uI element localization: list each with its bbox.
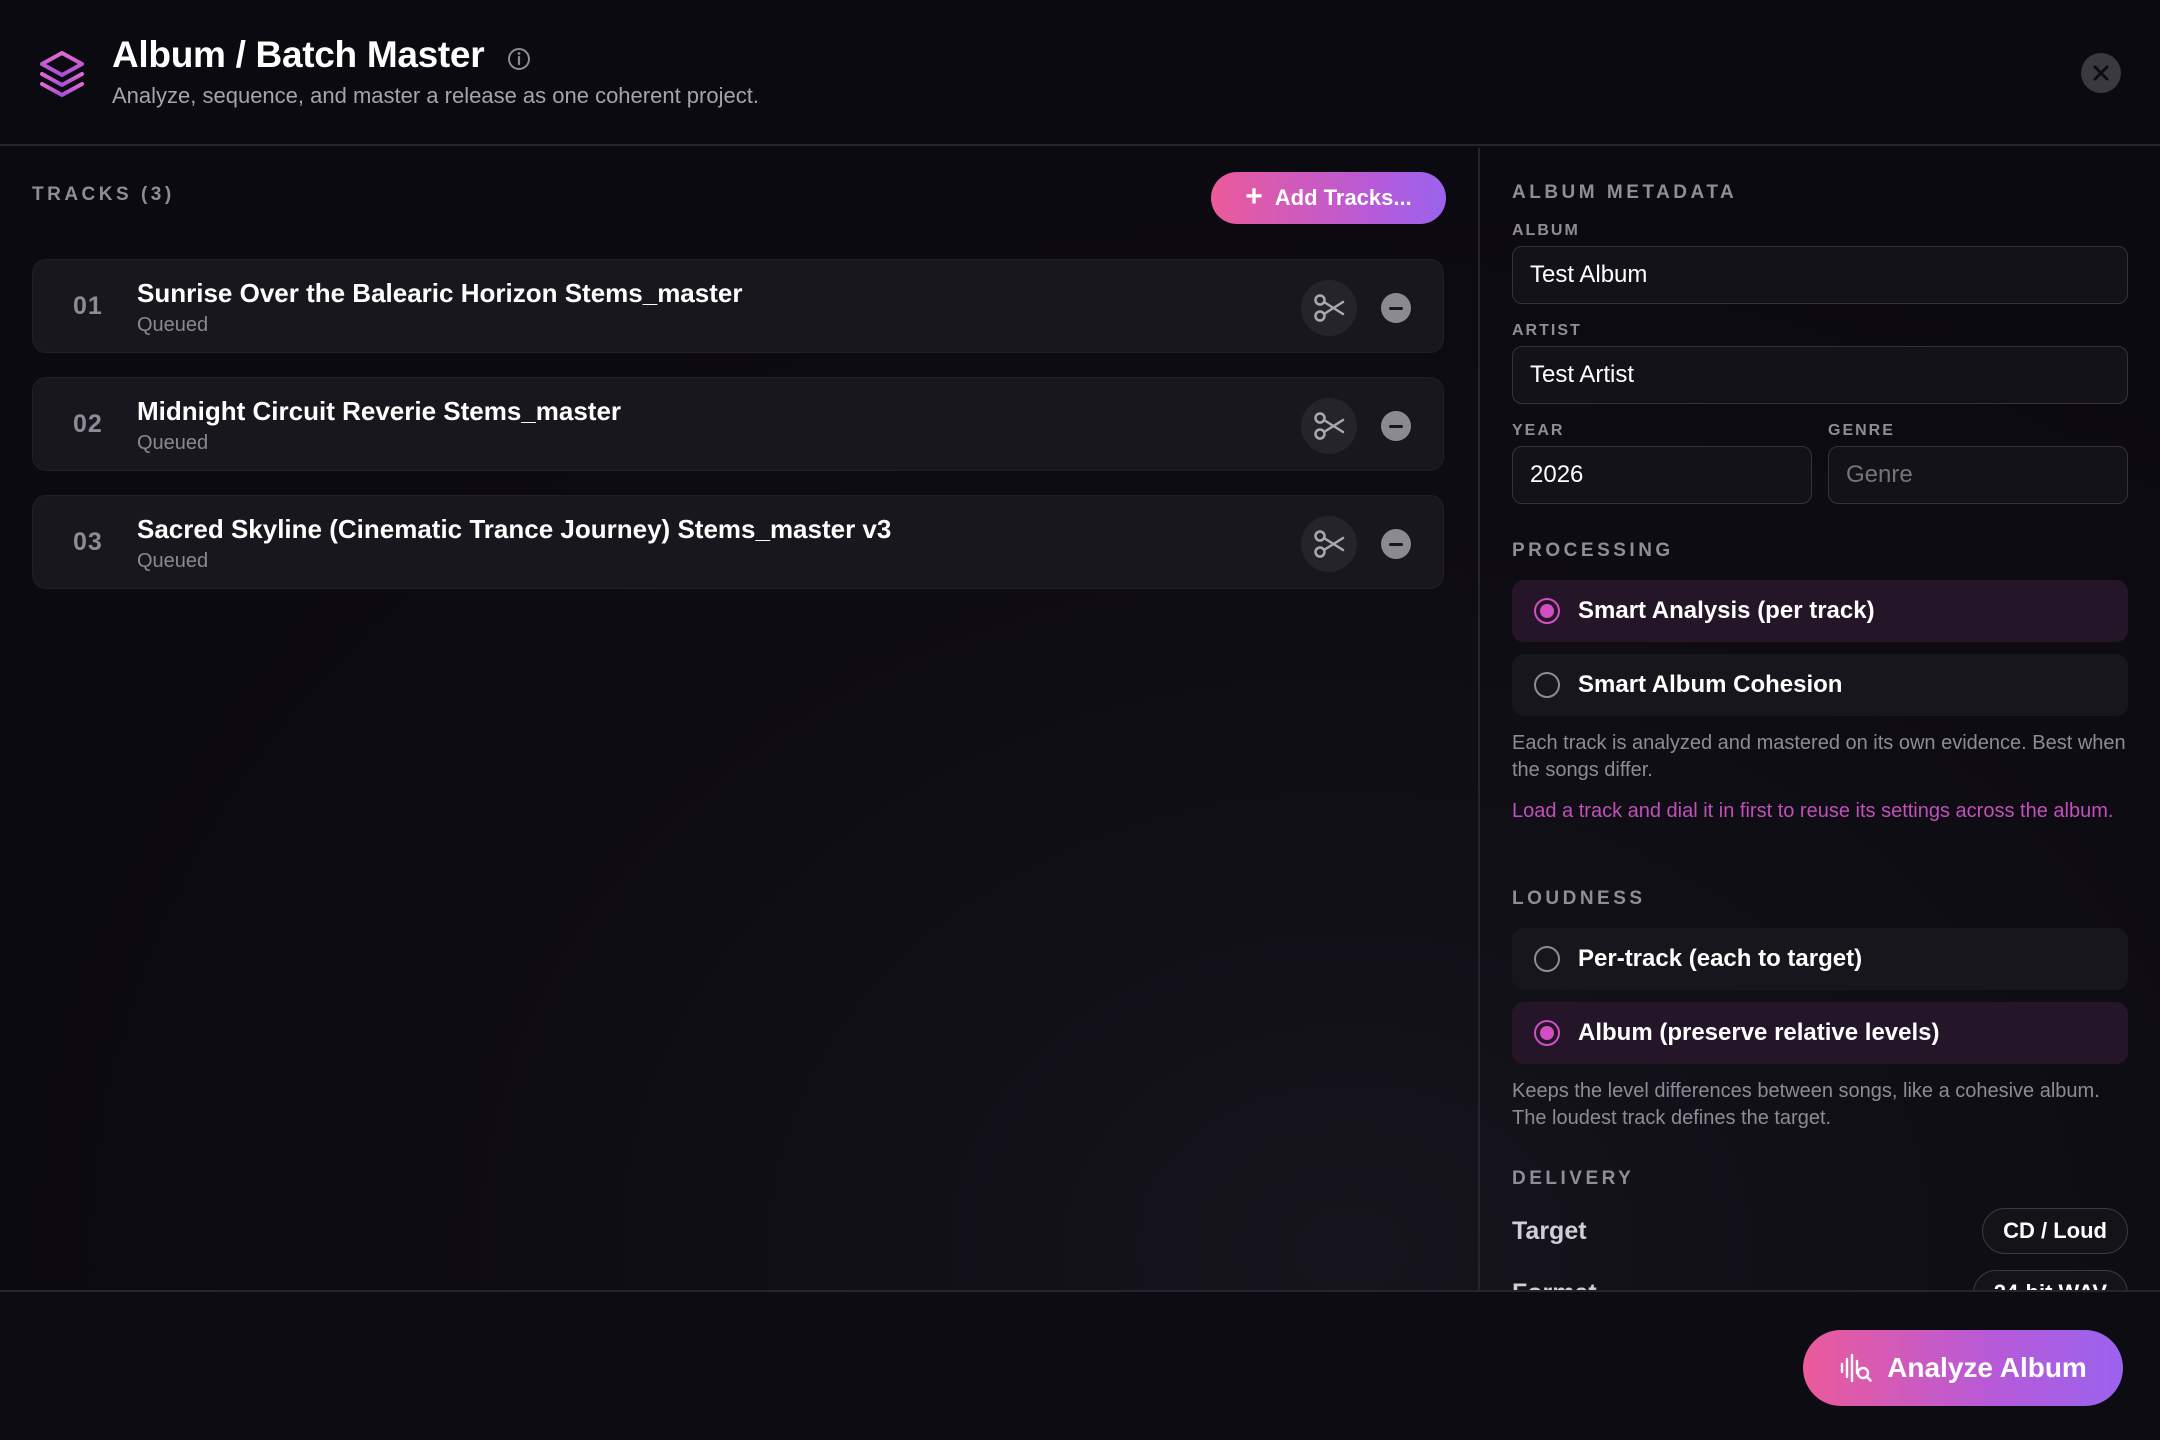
trim-button[interactable] [1301,398,1357,454]
trim-button[interactable] [1301,280,1357,336]
analyze-album-button[interactable]: Analyze Album [1803,1330,2123,1406]
radio-selected[interactable] [1534,1020,1560,1046]
radio-label: Smart Album Cohesion [1578,671,1843,698]
track-number: 01 [73,292,103,320]
plus-icon: + [1245,179,1263,213]
track-number: 03 [73,528,103,556]
loudness-option-per-track[interactable]: Per-track (each to target) [1512,928,2128,990]
analyze-album-label: Analyze Album [1887,1352,2087,1383]
scissors-icon [1314,530,1345,558]
track-status: Queued [137,550,209,572]
loudness-heading: LOUDNESS [1512,888,1646,909]
genre-label: GENRE [1828,422,1895,439]
settings-panel[interactable]: ALBUM METADATA ALBUM ARTIST YEAR GENRE P… [1480,148,2160,1290]
track-name: Sunrise Over the Balearic Horizon Stems_… [137,278,743,308]
info-icon[interactable] [505,45,533,73]
dialog-footer: Analyze Album [0,1290,2160,1440]
dialog-header: Album / Batch Master Analyze, sequence, … [0,0,2160,146]
track-status: Queued [137,432,209,454]
remove-track-button[interactable] [1381,293,1411,323]
track-number: 02 [73,410,103,438]
track-name: Midnight Circuit Reverie Stems_master [137,396,622,426]
tracks-heading: TRACKS (3) [32,184,175,205]
add-tracks-button[interactable]: + Add Tracks... [1211,172,1446,224]
add-tracks-label: Add Tracks... [1274,185,1412,210]
tracks-panel: TRACKS (3) + Add Tracks... 01 Sunrise Ov… [0,148,1478,1290]
trim-button[interactable] [1301,516,1357,572]
processing-help-text: Each track is analyzed and mastered on i… [1512,732,2126,781]
track-name: Sacred Skyline (Cinematic Trance Journey… [137,514,892,544]
loudness-option-album[interactable]: Album (preserve relative levels) [1512,1002,2128,1064]
track-row[interactable]: 02 Midnight Circuit Reverie Stems_master… [32,377,1444,471]
radio-selected[interactable] [1534,598,1560,624]
remove-track-button[interactable] [1381,529,1411,559]
year-label: YEAR [1512,422,1565,439]
target-select[interactable]: CD / Loud [1982,1208,2128,1254]
album-metadata-heading: ALBUM METADATA [1512,182,1738,203]
genre-input[interactable] [1828,446,2128,504]
processing-option-album-cohesion[interactable]: Smart Album Cohesion [1512,654,2128,716]
processing-option-smart-analysis[interactable]: Smart Analysis (per track) [1512,580,2128,642]
track-status: Queued [137,314,209,336]
year-input[interactable] [1512,446,1812,504]
format-label: Format [1512,1279,1597,1290]
radio-unselected[interactable] [1534,672,1560,698]
layers-icon [40,51,84,97]
scissors-icon [1314,412,1345,440]
loudness-help-text: Keeps the level differences between song… [1512,1080,2100,1129]
format-select[interactable]: 24-bit WAV [1972,1270,2128,1290]
reuse-settings-hint: Load a track and dial it in first to reu… [1512,800,2114,822]
radio-label: Per-track (each to target) [1578,945,1863,972]
track-row[interactable]: 01 Sunrise Over the Balearic Horizon Ste… [32,259,1444,353]
radio-unselected[interactable] [1534,946,1560,972]
delivery-heading: DELIVERY [1512,1168,1635,1189]
radio-label: Album (preserve relative levels) [1578,1019,1940,1046]
target-label: Target [1512,1217,1587,1245]
waveform-search-icon [1840,1353,1872,1383]
artist-label: ARTIST [1512,322,1582,339]
processing-heading: PROCESSING [1512,540,1674,561]
remove-track-button[interactable] [1381,411,1411,441]
album-input[interactable] [1512,246,2128,304]
album-label: ALBUM [1512,222,1580,239]
dialog-subtitle: Analyze, sequence, and master a release … [112,83,759,108]
track-row[interactable]: 03 Sacred Skyline (Cinematic Trance Jour… [32,495,1444,589]
close-icon [2093,65,2109,81]
close-button[interactable] [2081,53,2121,93]
scissors-icon [1314,294,1345,322]
radio-label: Smart Analysis (per track) [1578,597,1875,624]
artist-input[interactable] [1512,346,2128,404]
dialog-title: Album / Batch Master [112,34,485,75]
